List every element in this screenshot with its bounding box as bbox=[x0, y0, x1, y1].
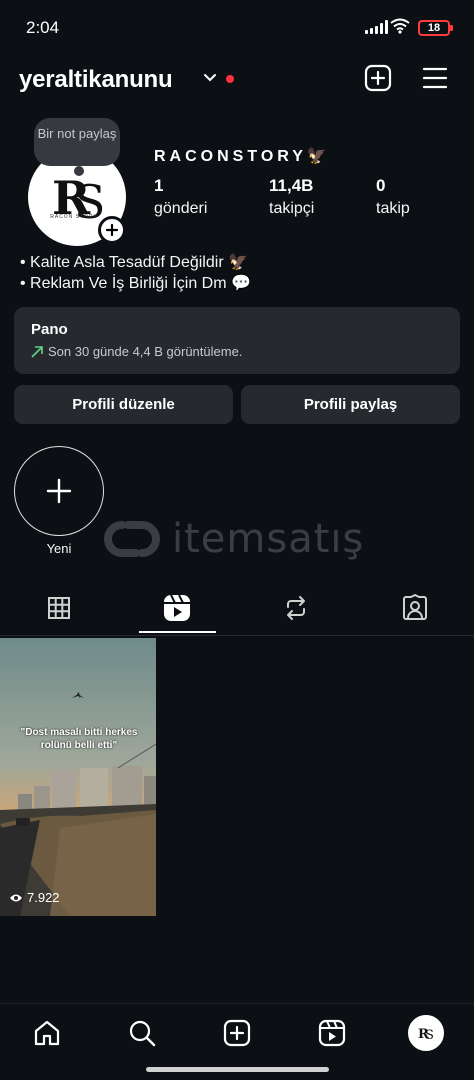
trend-up-icon bbox=[31, 345, 43, 358]
share-profile-button[interactable]: Profili paylaş bbox=[241, 385, 460, 424]
profile-tabs bbox=[0, 584, 474, 636]
plus-icon bbox=[46, 478, 72, 504]
grid-icon bbox=[48, 597, 70, 619]
stat-following-label: takip bbox=[376, 200, 410, 217]
dashboard-card[interactable]: Pano Son 30 günde 4,4 B görüntüleme. bbox=[14, 307, 460, 374]
stat-posts-value: 1 bbox=[154, 176, 164, 195]
search-icon bbox=[129, 1020, 156, 1047]
home-indicator[interactable] bbox=[146, 1067, 329, 1072]
avatar-logo: R S bbox=[418, 1027, 434, 1043]
bio-line: • Reklam Ve İş Birliği İçin Dm 💬 bbox=[20, 275, 251, 292]
reposts-icon bbox=[287, 596, 305, 620]
stat-followers-label: takipçi bbox=[269, 200, 315, 217]
nav-reels[interactable] bbox=[315, 1016, 349, 1050]
edit-profile-button[interactable]: Profili düzenle bbox=[14, 385, 233, 424]
avatar-caption: RACON STORY bbox=[50, 214, 98, 220]
stat-followers-value: 11,4B bbox=[269, 176, 314, 195]
tab-tagged[interactable] bbox=[395, 592, 435, 624]
eye-icon bbox=[10, 894, 22, 901]
stat-following-value: 0 bbox=[376, 176, 386, 195]
status-bar: 2:04 18 bbox=[0, 0, 474, 56]
reels-icon bbox=[164, 594, 190, 621]
tab-reposts[interactable] bbox=[276, 592, 316, 624]
battery-icon: 18 bbox=[418, 20, 453, 36]
tab-reels[interactable] bbox=[157, 592, 197, 624]
post-views: 7.922 bbox=[9, 890, 60, 905]
nav-create[interactable] bbox=[220, 1016, 254, 1050]
watermark-logo-icon bbox=[104, 521, 160, 557]
create-icon bbox=[223, 1019, 251, 1047]
dashboard-title: Pano bbox=[31, 321, 68, 338]
username[interactable]: yeraltikanunu bbox=[19, 66, 173, 94]
menu-icon[interactable] bbox=[422, 64, 448, 92]
watermark: itemsatış bbox=[100, 516, 364, 562]
new-highlight-label: Yeni bbox=[46, 541, 72, 556]
bio: • Kalite Asla Tesadüf Değildir 🦅 • Rekla… bbox=[20, 252, 251, 294]
chevron-down-icon[interactable] bbox=[202, 70, 218, 86]
post-caption: "Dost masalı bitti herkes rolünü belli e… bbox=[20, 727, 138, 751]
nav-home[interactable] bbox=[30, 1016, 64, 1050]
signal-icon bbox=[365, 20, 388, 34]
profile-header: yeraltikanunu bbox=[0, 60, 474, 104]
stat-posts[interactable]: 1 gönderi bbox=[154, 176, 207, 218]
stat-following[interactable]: 0 takip bbox=[376, 176, 410, 218]
note-bubble[interactable]: Bir not paylaş bbox=[34, 118, 120, 176]
post-thumbnail[interactable]: "Dost masalı bitti herkes rolünü belli e… bbox=[0, 638, 156, 916]
display-name-text: RACONSTORY bbox=[154, 148, 307, 165]
create-icon[interactable] bbox=[364, 64, 392, 92]
post-image bbox=[0, 638, 156, 916]
notification-dot bbox=[226, 75, 234, 83]
reels-icon bbox=[318, 1019, 346, 1047]
post-views-count: 7.922 bbox=[27, 890, 60, 905]
tagged-icon bbox=[403, 594, 427, 620]
dashboard-subtitle: Son 30 günde 4,4 B görüntüleme. bbox=[48, 344, 243, 359]
watermark-text: itemsatış bbox=[172, 516, 365, 562]
tab-grid[interactable] bbox=[39, 592, 79, 624]
svg-text:S: S bbox=[425, 1028, 434, 1043]
stat-followers[interactable]: 11,4B takipçi bbox=[269, 176, 314, 218]
plus-icon bbox=[105, 223, 119, 237]
eagle-emoji: 🦅 bbox=[306, 148, 327, 165]
display-name: RACONSTORY🦅 bbox=[154, 146, 327, 166]
active-tab-indicator bbox=[139, 631, 216, 633]
nav-profile-avatar[interactable]: R S bbox=[408, 1015, 444, 1051]
stat-posts-label: gönderi bbox=[154, 200, 208, 217]
new-highlight-button[interactable] bbox=[14, 446, 104, 536]
nav-search[interactable] bbox=[125, 1016, 159, 1050]
wifi-icon bbox=[390, 18, 410, 34]
bio-line: • Kalite Asla Tesadüf Değildir 🦅 bbox=[20, 254, 249, 271]
home-icon bbox=[34, 1020, 60, 1046]
status-time: 2:04 bbox=[26, 18, 60, 37]
add-story-button[interactable] bbox=[98, 216, 126, 244]
